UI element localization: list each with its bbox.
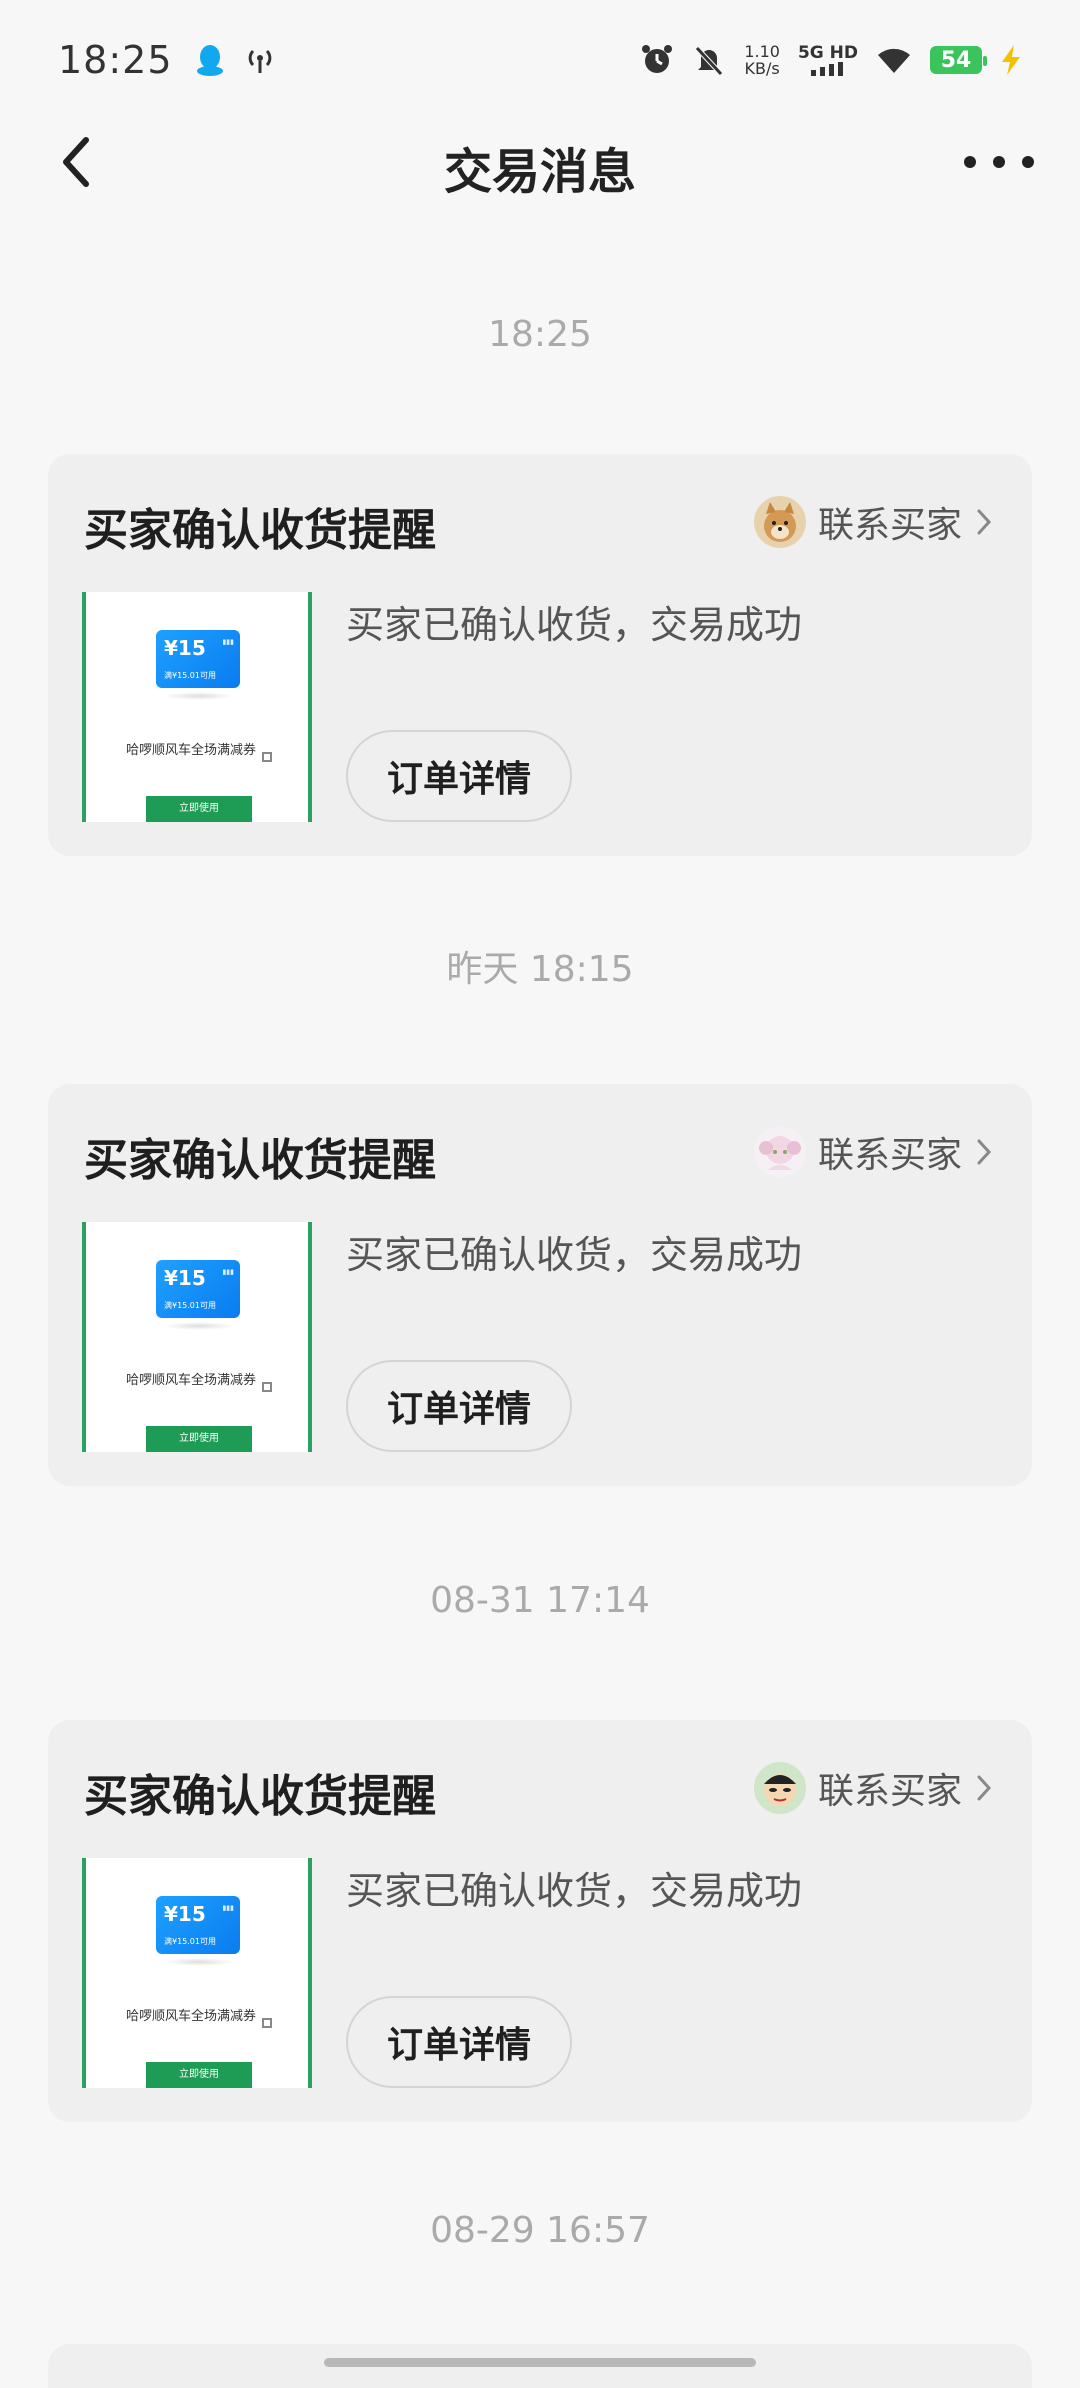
contact-buyer-label: 联系买家	[817, 505, 962, 546]
chevron-right-icon	[977, 1775, 992, 1801]
contact-buyer-link[interactable]: 联系买家	[753, 494, 994, 550]
qr-icon	[262, 752, 272, 762]
message-timestamp: 18:25	[488, 314, 592, 355]
network-speed: 1.10 KB/s	[744, 42, 780, 78]
contact-buyer-link[interactable]: 联系买家	[753, 1124, 994, 1180]
coupon-brand-mark: ▮▮▮	[222, 1904, 234, 1912]
message-timestamp: 08-29 16:57	[430, 2210, 650, 2251]
card-title: 买家确认收货提醒	[84, 1135, 436, 1186]
order-details-button[interactable]: 订单详情	[346, 1996, 572, 2088]
battery-icon: 54	[930, 46, 987, 74]
network-type: 5G HD	[797, 43, 858, 63]
card-message: 买家已确认收货，交易成功	[346, 1869, 803, 1913]
hotspot-icon	[248, 49, 271, 73]
card-message: 买家已确认收货，交易成功	[346, 603, 803, 647]
coupon-ticket: ¥15 ▮▮▮ 满¥15.01可用	[156, 1896, 240, 1954]
cartoon-boy-avatar	[753, 1762, 806, 1814]
coupon-ticket: ¥15 ▮▮▮ 满¥15.01可用	[156, 1260, 240, 1318]
card-title: 买家确认收货提醒	[84, 1771, 436, 1822]
qr-icon	[262, 2018, 272, 2028]
shiba-dog-avatar	[753, 496, 806, 548]
coupon-thumbnail[interactable]: ¥15 ▮▮▮ 满¥15.01可用 哈啰顺风车全场满减券 立即使用	[82, 592, 312, 822]
contact-buyer-link[interactable]: 联系买家	[753, 1760, 994, 1816]
message-card[interactable]: 买家确认收货提醒 联系买家 ¥15 ▮▮▮ 满¥15.01可用 哈啰顺风车全场满…	[48, 454, 1032, 856]
nav-bar: 交易消息	[0, 120, 1080, 204]
screen: 18:25 1.10 KB/s 5G HD 54 交易消息 18:25 买家确认…	[0, 0, 1080, 2388]
status-time: 18:25	[58, 38, 173, 82]
charging-icon	[1002, 45, 1020, 75]
coupon-brand-mark: ▮▮▮	[222, 1268, 234, 1276]
home-indicator[interactable]	[324, 2358, 756, 2367]
message-card[interactable]: 买家确认收货提醒 联系买家 ¥15 ▮▮▮ 满¥15.01可用 哈啰顺风车全场满…	[48, 1084, 1032, 1486]
coupon-thumbnail[interactable]: ¥15 ▮▮▮ 满¥15.01可用 哈啰顺风车全场满减券 立即使用	[82, 1222, 312, 1452]
message-card[interactable]: 买家确认收货提醒 联系买家 ¥15 ▮▮▮ 满¥15.01可用 哈啰顺风车全场满…	[48, 1720, 1032, 2122]
message-timestamp: 昨天 18:15	[446, 949, 634, 990]
alarm-icon	[642, 45, 673, 73]
contact-buyer-label: 联系买家	[817, 1771, 962, 1812]
chevron-right-icon	[977, 1139, 992, 1165]
more-options-icon[interactable]	[964, 140, 1034, 184]
message-timestamp: 08-31 17:14	[430, 1580, 650, 1621]
status-bar: 18:25 1.10 KB/s 5G HD 54	[0, 0, 1080, 120]
chevron-right-icon	[977, 509, 992, 535]
card-message: 买家已确认收货，交易成功	[346, 1233, 803, 1277]
coupon-thumbnail[interactable]: ¥15 ▮▮▮ 满¥15.01可用 哈啰顺风车全场满减券 立即使用	[82, 1858, 312, 2088]
coupon-brand-mark: ▮▮▮	[222, 638, 234, 646]
order-details-button[interactable]: 订单详情	[346, 730, 572, 822]
mute-icon	[695, 46, 724, 76]
signal-icon	[810, 62, 843, 76]
anime-girl-avatar	[753, 1126, 806, 1178]
qr-icon	[262, 1382, 272, 1392]
contact-buyer-label: 联系买家	[817, 1135, 962, 1176]
card-title: 买家确认收货提醒	[84, 505, 436, 556]
coupon-ticket: ¥15 ▮▮▮ 满¥15.01可用	[156, 630, 240, 688]
order-details-button[interactable]: 订单详情	[346, 1360, 572, 1452]
qq-notification-icon	[196, 45, 223, 76]
page-title: 交易消息	[443, 144, 636, 200]
wifi-icon	[878, 48, 910, 73]
